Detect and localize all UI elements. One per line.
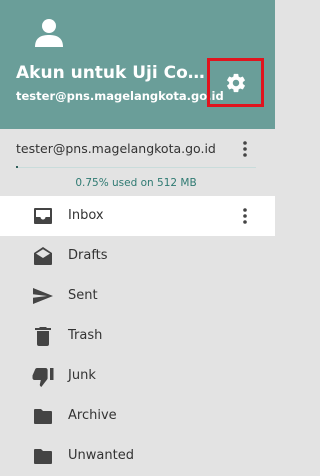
folder-unwanted[interactable]: Unwanted — [0, 436, 275, 476]
folder-label: Archive — [68, 408, 117, 423]
folder-label: Junk — [68, 368, 96, 383]
account-header: Akun untuk Uji Cob... tester@pns.magelan… — [0, 0, 275, 129]
send-icon — [32, 285, 54, 307]
folder-drafts[interactable]: Drafts — [0, 236, 275, 276]
folder-more-options-icon[interactable] — [238, 207, 252, 225]
folder-icon — [32, 445, 54, 467]
folder-label: Inbox — [68, 208, 104, 223]
quota-email: tester@pns.magelangkota.go.id — [16, 141, 216, 156]
folder-archive[interactable]: Archive — [0, 396, 275, 436]
folder-label: Sent — [68, 288, 98, 303]
gear-icon — [226, 73, 245, 92]
folder-label: Trash — [68, 328, 103, 343]
thumbs-down-icon — [32, 365, 54, 387]
folder-trash[interactable]: Trash — [0, 316, 275, 356]
account-email: tester@pns.magelangkota.go.id — [16, 89, 224, 103]
quota-more-options-icon[interactable] — [238, 140, 252, 158]
folder-list: Inbox Drafts Sent Trash Junk Archive Unw… — [0, 196, 275, 476]
settings-button[interactable] — [207, 58, 264, 107]
folder-label: Drafts — [68, 248, 108, 263]
inbox-icon — [32, 205, 54, 227]
folder-inbox[interactable]: Inbox — [0, 196, 275, 236]
quota-progress-fill — [16, 166, 18, 168]
account-name: Akun untuk Uji Cob... — [16, 63, 208, 83]
folder-label: Unwanted — [68, 448, 134, 463]
trash-icon — [32, 325, 54, 347]
quota-progress-bar — [16, 166, 256, 168]
folder-sent[interactable]: Sent — [0, 276, 275, 316]
drafts-icon — [32, 245, 54, 267]
user-avatar-icon — [34, 17, 64, 47]
quota-panel: tester@pns.magelangkota.go.id 0.75% used… — [0, 129, 275, 199]
archive-folder-icon — [32, 405, 54, 427]
folder-junk[interactable]: Junk — [0, 356, 275, 396]
quota-usage-text: 0.75% used on 512 MB — [75, 177, 197, 189]
